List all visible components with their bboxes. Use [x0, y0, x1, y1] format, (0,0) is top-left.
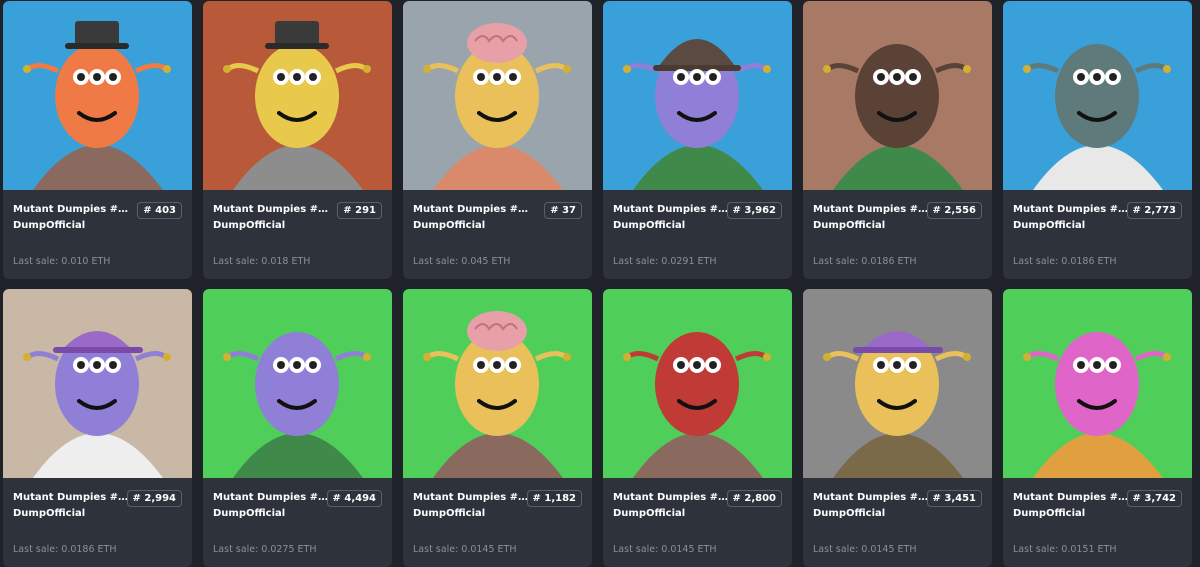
nft-image[interactable] [1003, 289, 1192, 478]
nft-card[interactable]: Mutant Dumpies #44... # 4,494 DumpOfficial… [203, 289, 392, 567]
nft-name[interactable]: Mutant Dumpies #3859 [13, 204, 131, 215]
nft-image[interactable] [3, 289, 192, 478]
rarity-rank-badge: # 403 [137, 202, 182, 219]
nft-card[interactable]: Mutant Dumpies #3859 # 403 DumpOfficial Las… [3, 1, 192, 279]
nft-card[interactable]: Mutant Dumpies #3456# 3,451 DumpOfficial L… [803, 289, 992, 567]
nft-card-info: Mutant Dumpies #844 # 37 DumpOfficial Last … [403, 190, 592, 279]
nft-image[interactable] [603, 289, 792, 478]
creator-name[interactable]: DumpOfficial [1013, 508, 1085, 519]
nft-card-info: Mutant Dumpies #2335# 2,994 DumpOfficial L… [3, 478, 192, 567]
nft-name[interactable]: Mutant Dumpies #3750 [213, 204, 331, 215]
nft-image[interactable] [3, 1, 192, 190]
rarity-rank-badge: # 2,800 [726, 490, 782, 507]
nft-card-info: Mutant Dumpies #2407# 2,773 DumpOfficial L… [1003, 190, 1192, 279]
creator-name[interactable]: DumpOfficial [813, 220, 885, 231]
last-sale-price: Last sale: 0.0145 ETH [413, 544, 517, 555]
creator-name[interactable]: DumpOfficial [213, 220, 285, 231]
nft-image[interactable] [403, 1, 592, 190]
last-sale-price: Last sale: 0.010 ETH [13, 256, 111, 267]
nft-image[interactable] [603, 1, 792, 190]
nft-card-info: Mutant Dumpies #63 # 1,182 DumpOfficial Las… [403, 478, 592, 567]
nft-card-info: Mutant Dumpies #44... # 2,800 DumpOfficial… [603, 478, 792, 567]
last-sale-price: Last sale: 0.0145 ETH [813, 544, 917, 555]
rarity-rank-badge: # 3,962 [726, 202, 782, 219]
nft-image[interactable] [403, 289, 592, 478]
nft-name[interactable]: Mutant Dumpies #44... [613, 492, 731, 503]
nft-name[interactable]: Mutant Dumpies #2407 [1013, 204, 1131, 215]
nft-name[interactable]: Mutant Dumpies #2335 [13, 492, 131, 503]
nft-name[interactable]: Mutant Dumpies #2355 [813, 204, 931, 215]
nft-name[interactable]: Mutant Dumpies #844 [413, 204, 531, 215]
rarity-rank-badge: # 1,182 [526, 490, 582, 507]
nft-card[interactable]: Mutant Dumpies #2335# 2,994 DumpOfficial L… [3, 289, 192, 567]
nft-card[interactable]: Mutant Dumpies #44... # 2,800 DumpOfficial… [603, 289, 792, 567]
nft-name[interactable]: Mutant Dumpies #361 [1013, 492, 1131, 503]
nft-image[interactable] [1003, 1, 1192, 190]
last-sale-price: Last sale: 0.0186 ETH [13, 544, 117, 555]
last-sale-price: Last sale: 0.0186 ETH [1013, 256, 1117, 267]
nft-name[interactable]: Mutant Dumpies #63 [413, 492, 531, 503]
rarity-rank-badge: # 37 [544, 202, 582, 219]
nft-card[interactable]: Mutant Dumpies #63 # 1,182 DumpOfficial Las… [403, 289, 592, 567]
nft-card-info: Mutant Dumpies #2355# 2,556 DumpOfficial L… [803, 190, 992, 279]
creator-name[interactable]: DumpOfficial [413, 508, 485, 519]
nft-card-info: Mutant Dumpies #3456# 3,451 DumpOfficial L… [803, 478, 992, 567]
last-sale-price: Last sale: 0.0186 ETH [813, 256, 917, 267]
nft-card[interactable]: Mutant Dumpies #3750 # 291 DumpOfficial Las… [203, 1, 392, 279]
creator-name[interactable]: DumpOfficial [13, 220, 85, 231]
rarity-rank-badge: # 2,994 [126, 490, 182, 507]
rarity-rank-badge: # 4,494 [326, 490, 382, 507]
nft-name[interactable]: Mutant Dumpies #372 [613, 204, 731, 215]
creator-name[interactable]: DumpOfficial [413, 220, 485, 231]
nft-image[interactable] [803, 1, 992, 190]
last-sale-price: Last sale: 0.0145 ETH [613, 544, 717, 555]
creator-name[interactable]: DumpOfficial [1013, 220, 1085, 231]
nft-grid: Mutant Dumpies #3859 # 403 DumpOfficial Las… [0, 0, 1200, 567]
last-sale-price: Last sale: 0.045 ETH [413, 256, 511, 267]
last-sale-price: Last sale: 0.0291 ETH [613, 256, 717, 267]
nft-card-info: Mutant Dumpies #361 # 3,742 DumpOfficial La… [1003, 478, 1192, 567]
rarity-rank-badge: # 291 [337, 202, 382, 219]
nft-card[interactable]: Mutant Dumpies #844 # 37 DumpOfficial Last … [403, 1, 592, 279]
nft-card-info: Mutant Dumpies #44... # 4,494 DumpOfficial… [203, 478, 392, 567]
last-sale-price: Last sale: 0.0275 ETH [213, 544, 317, 555]
creator-name[interactable]: DumpOfficial [613, 220, 685, 231]
rarity-rank-badge: # 2,773 [1126, 202, 1182, 219]
last-sale-price: Last sale: 0.018 ETH [213, 256, 311, 267]
creator-name[interactable]: DumpOfficial [613, 508, 685, 519]
nft-name[interactable]: Mutant Dumpies #3456 [813, 492, 931, 503]
creator-name[interactable]: DumpOfficial [213, 508, 285, 519]
nft-card-info: Mutant Dumpies #3859 # 403 DumpOfficial Las… [3, 190, 192, 279]
creator-name[interactable]: DumpOfficial [13, 508, 85, 519]
nft-image[interactable] [203, 1, 392, 190]
nft-image[interactable] [203, 289, 392, 478]
nft-card[interactable]: Mutant Dumpies #2355# 2,556 DumpOfficial L… [803, 1, 992, 279]
nft-card[interactable]: Mutant Dumpies #372 # 3,962 DumpOfficial La… [603, 1, 792, 279]
last-sale-price: Last sale: 0.0151 ETH [1013, 544, 1117, 555]
nft-card[interactable]: Mutant Dumpies #2407# 2,773 DumpOfficial L… [1003, 1, 1192, 279]
nft-card-info: Mutant Dumpies #3750 # 291 DumpOfficial Las… [203, 190, 392, 279]
nft-card[interactable]: Mutant Dumpies #361 # 3,742 DumpOfficial La… [1003, 289, 1192, 567]
rarity-rank-badge: # 2,556 [926, 202, 982, 219]
rarity-rank-badge: # 3,451 [926, 490, 982, 507]
rarity-rank-badge: # 3,742 [1126, 490, 1182, 507]
creator-name[interactable]: DumpOfficial [813, 508, 885, 519]
nft-card-info: Mutant Dumpies #372 # 3,962 DumpOfficial La… [603, 190, 792, 279]
nft-image[interactable] [803, 289, 992, 478]
nft-name[interactable]: Mutant Dumpies #44... [213, 492, 331, 503]
